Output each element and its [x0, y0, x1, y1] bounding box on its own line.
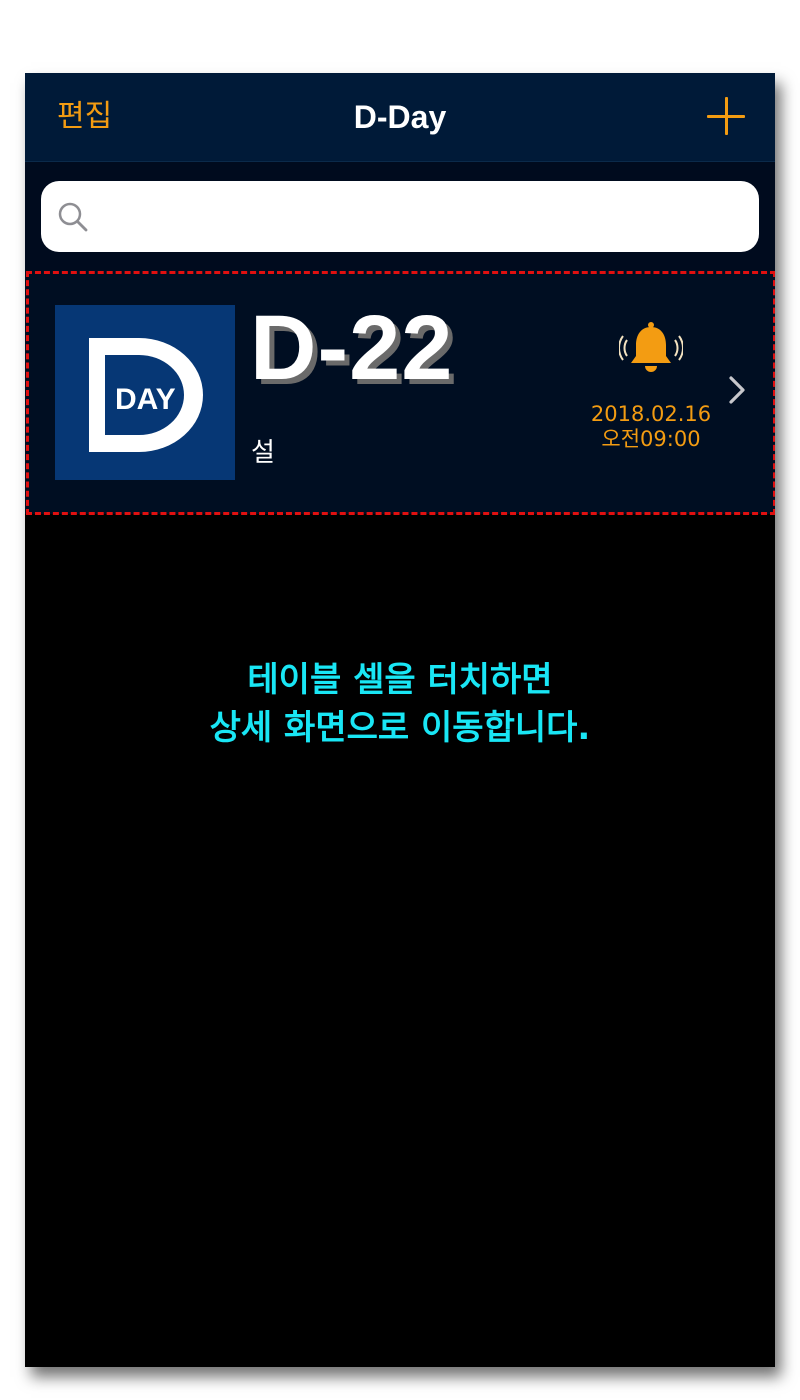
search-bar	[25, 162, 775, 270]
dday-table-cell[interactable]: DAY D-22 설 2018.02.16 오전09:00	[25, 270, 775, 515]
bell-ringing-icon	[619, 322, 683, 372]
chevron-right-icon	[729, 376, 745, 404]
dday-count: D-22	[250, 297, 454, 399]
search-input[interactable]	[97, 195, 741, 239]
app-screen: 편집 D-Day DAY D-22 설 2018.02.16 오전09:00 테…	[25, 73, 775, 1367]
dday-logo-icon: DAY	[55, 305, 235, 480]
search-icon	[58, 202, 88, 232]
page-title: D-Day	[353, 99, 447, 135]
instruction-text: 테이블 셀을 터치하면 상세 화면으로 이동합니다.	[25, 656, 775, 752]
instruction-line-1: 테이블 셀을 터치하면	[247, 660, 553, 700]
event-date: 2018.02.16	[590, 402, 712, 426]
event-time: 오전09:00	[601, 427, 701, 451]
event-title: 설	[251, 438, 275, 468]
navigation-bar: 편집 D-Day	[25, 73, 775, 162]
instruction-line-2: 상세 화면으로 이동합니다.	[209, 708, 591, 748]
svg-text:DAY: DAY	[115, 383, 176, 416]
dday-logo-thumbnail: DAY	[55, 305, 235, 480]
search-field[interactable]	[41, 181, 759, 252]
add-button[interactable]	[707, 97, 745, 135]
